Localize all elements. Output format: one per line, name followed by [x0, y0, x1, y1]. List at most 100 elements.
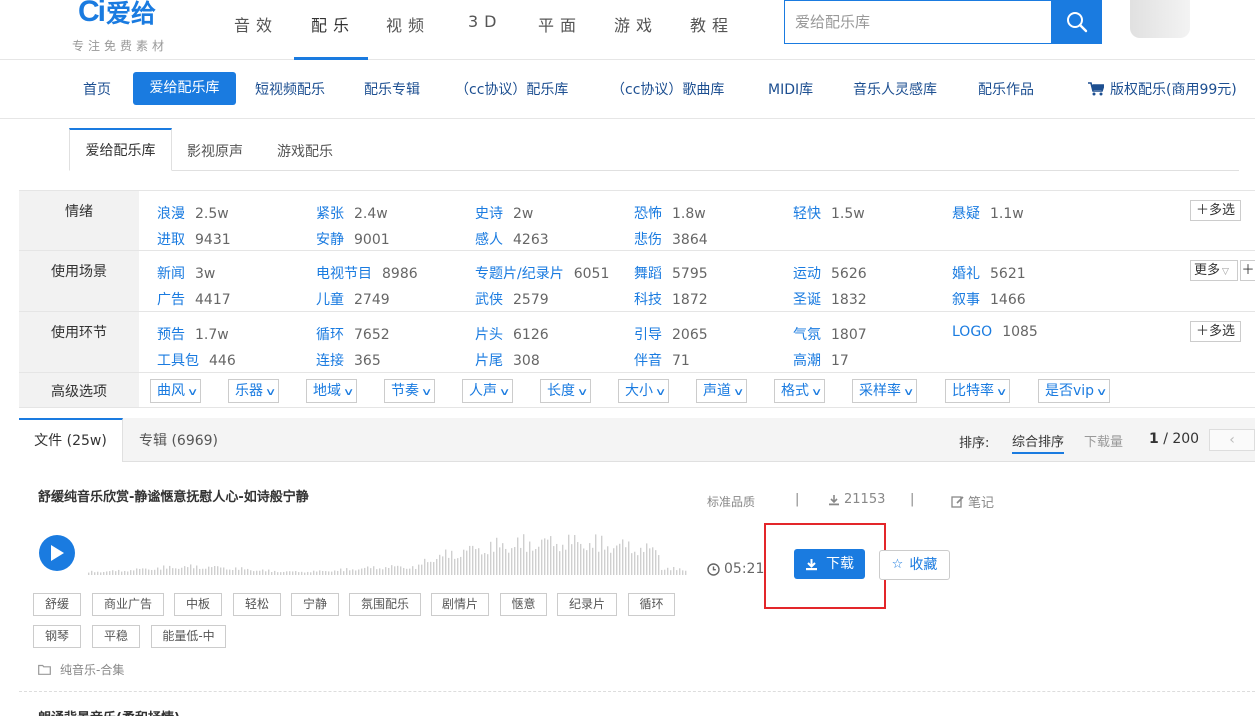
search-button[interactable]	[1051, 0, 1102, 44]
tag[interactable]: 平稳	[92, 625, 140, 648]
filter-option[interactable]: 片尾 308	[475, 350, 540, 370]
dropdown-sample-rate[interactable]: 采样率 ∨	[852, 379, 918, 403]
subnav-music-works[interactable]: 配乐作品	[978, 79, 1034, 99]
audio-waveform[interactable]	[88, 520, 688, 576]
filter-option[interactable]: 悬疑 1.1w	[952, 203, 1024, 223]
dropdown-vocal[interactable]: 人声 ∨	[462, 379, 514, 403]
filter-option-name: 圣诞	[793, 292, 821, 308]
filter-option[interactable]: LOGO 1085	[952, 324, 1038, 340]
dropdown-channel[interactable]: 声道 ∨	[696, 379, 748, 403]
tab-aigei-music-library[interactable]: 爱给配乐库	[69, 128, 172, 171]
nav-sound-effects[interactable]: 音效	[234, 12, 278, 35]
filter-option[interactable]: 儿童 2749	[316, 289, 390, 309]
tag[interactable]: 纪录片	[557, 593, 617, 616]
sort-comprehensive[interactable]: 综合排序	[1012, 431, 1065, 454]
dropdown-tempo[interactable]: 节奏 ∨	[384, 379, 436, 403]
dropdown-instrument[interactable]: 乐器 ∨	[228, 379, 280, 403]
filter-option[interactable]: 婚礼 5621	[952, 263, 1026, 283]
filter-option[interactable]: 工具包 446	[157, 350, 236, 370]
filter-option[interactable]: 史诗 2w	[475, 203, 533, 223]
more-button[interactable]: 更多 ▽	[1190, 260, 1238, 281]
subnav-cc-song-library[interactable]: （cc协议）歌曲库	[611, 79, 724, 99]
tag[interactable]: 舒缓	[33, 593, 81, 616]
multi-select-button[interactable]: ＋多选	[1190, 321, 1241, 342]
tab-game-music[interactable]: 游戏配乐	[277, 141, 333, 161]
nav-3d[interactable]: 3D	[468, 12, 503, 34]
nav-music[interactable]: 配乐	[311, 12, 355, 35]
filter-option[interactable]: 叙事 1466	[952, 289, 1026, 309]
tag[interactable]: 轻松	[233, 593, 281, 616]
dropdown-region[interactable]: 地域 ∨	[306, 379, 358, 403]
filter-option[interactable]: 科技 1872	[634, 289, 708, 309]
filter-option[interactable]: 气氛 1807	[793, 324, 867, 344]
nav-video[interactable]: 视频	[386, 12, 430, 35]
tab-files[interactable]: 文件 (25w)	[19, 418, 123, 462]
subnav-cc-music-library[interactable]: （cc协议）配乐库	[455, 79, 568, 99]
filter-option[interactable]: 感人 4263	[475, 229, 549, 249]
dropdown-size[interactable]: 大小 ∨	[618, 379, 670, 403]
filter-option[interactable]: 进取 9431	[157, 229, 231, 249]
filter-option[interactable]: 连接 365	[316, 350, 381, 370]
filter-option[interactable]: 循环 7652	[316, 324, 390, 344]
filter-option[interactable]: 武侠 2579	[475, 289, 549, 309]
filter-option[interactable]: 专题片/纪录片 6051	[475, 263, 609, 283]
filter-option[interactable]: 广告 4417	[157, 289, 231, 309]
dropdown-genre[interactable]: 曲风 ∨	[150, 379, 202, 403]
subnav-home[interactable]: 首页	[83, 79, 111, 99]
filter-option[interactable]: 安静 9001	[316, 229, 390, 249]
filter-option[interactable]: 片头 6126	[475, 324, 549, 344]
filter-option[interactable]: 圣诞 1832	[793, 289, 867, 309]
play-button[interactable]	[39, 535, 75, 571]
subnav-aigei-music-library[interactable]: 爱给配乐库	[133, 72, 236, 105]
search-input[interactable]: 爱给配乐库	[784, 0, 1052, 44]
filter-option[interactable]: 新闻 3w	[157, 263, 215, 283]
filter-option[interactable]: 恐怖 1.8w	[634, 203, 706, 223]
dropdown-length[interactable]: 长度 ∨	[540, 379, 592, 403]
filter-option[interactable]: 运动 5626	[793, 263, 867, 283]
subnav-musician-inspiration[interactable]: 音乐人灵感库	[853, 79, 937, 99]
filter-option[interactable]: 舞蹈 5795	[634, 263, 708, 283]
tag[interactable]: 中板	[174, 593, 222, 616]
next-track-title[interactable]: 朗诵背景音乐(柔和抒情)	[38, 707, 180, 716]
sort-downloads[interactable]: 下载量	[1084, 431, 1123, 450]
tag[interactable]: 氛围配乐	[349, 593, 421, 616]
filter-option[interactable]: 伴音 71	[634, 350, 690, 370]
dropdown-bitrate[interactable]: 比特率 ∨	[945, 379, 1011, 403]
expand-plus-button[interactable]: ＋	[1240, 260, 1255, 281]
note-link[interactable]: 笔记	[951, 492, 994, 511]
tag[interactable]: 惬意	[500, 593, 547, 616]
filter-option[interactable]: 紧张 2.4w	[316, 203, 388, 223]
subnav-midi-library[interactable]: MIDI库	[768, 79, 813, 99]
subnav-short-video-music[interactable]: 短视频配乐	[255, 79, 325, 99]
dropdown-format[interactable]: 格式 ∨	[774, 379, 826, 403]
filter-option[interactable]: 引导 2065	[634, 324, 708, 344]
subnav-music-albums[interactable]: 配乐专辑	[364, 79, 420, 99]
dropdown-vip[interactable]: 是否vip ∨	[1038, 379, 1111, 403]
track-title[interactable]: 舒缓纯音乐欣赏-静谧惬意抚慰人心-如诗般宁静	[38, 486, 309, 505]
filter-option[interactable]: 浪漫 2.5w	[157, 203, 229, 223]
favorite-button[interactable]: ☆ 收藏	[879, 550, 950, 580]
tag[interactable]: 钢琴	[33, 625, 81, 648]
nav-games[interactable]: 游戏	[614, 12, 658, 35]
site-logo[interactable]: Ci 爱给	[78, 0, 156, 32]
tag[interactable]: 宁静	[291, 593, 339, 616]
tag[interactable]: 循环	[628, 593, 675, 616]
multi-select-button[interactable]: ＋多选	[1190, 200, 1241, 221]
tag[interactable]: 剧情片	[431, 593, 489, 616]
prev-page-button[interactable]: ‹	[1209, 429, 1255, 451]
tag[interactable]: 商业广告	[92, 593, 164, 616]
track-folder[interactable]: 纯音乐-合集	[38, 661, 124, 678]
download-button[interactable]: 下载	[794, 549, 865, 579]
nav-tutorials[interactable]: 教程	[690, 12, 734, 35]
subnav-licensed-music[interactable]: 版权配乐(商用99元)	[1088, 79, 1237, 99]
tab-albums[interactable]: 专辑 (6969)	[139, 430, 218, 450]
tag[interactable]: 能量低-中	[151, 625, 226, 648]
filter-option[interactable]: 轻快 1.5w	[793, 203, 865, 223]
tab-film-soundtrack[interactable]: 影视原声	[187, 141, 243, 161]
user-avatar[interactable]	[1130, 0, 1190, 38]
filter-option[interactable]: 预告 1.7w	[157, 324, 229, 344]
filter-option[interactable]: 电视节目 8986	[316, 263, 418, 283]
filter-option[interactable]: 高潮 17	[793, 350, 849, 370]
filter-option[interactable]: 悲伤 3864	[634, 229, 708, 249]
nav-graphic[interactable]: 平面	[538, 12, 582, 35]
